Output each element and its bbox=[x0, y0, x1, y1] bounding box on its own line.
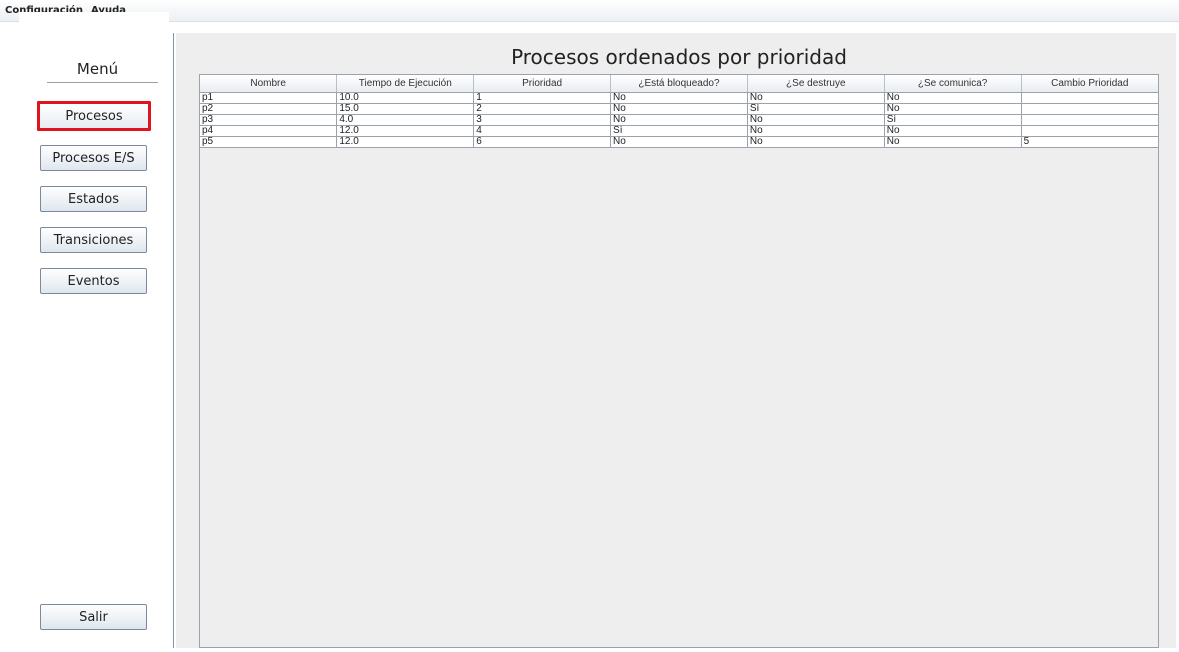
col-prioridad[interactable]: Prioridad bbox=[473, 75, 612, 93]
table-cell[interactable] bbox=[1021, 103, 1158, 115]
menu-separator bbox=[47, 82, 158, 83]
table-header-row: Nombre Tiempo de Ejecución Prioridad ¿Es… bbox=[200, 75, 1158, 93]
process-table: Nombre Tiempo de Ejecución Prioridad ¿Es… bbox=[200, 75, 1158, 148]
table-cell[interactable]: 3 bbox=[473, 114, 612, 126]
col-esta-bloqueado[interactable]: ¿Está bloqueado? bbox=[610, 75, 748, 93]
table-cell[interactable] bbox=[1021, 125, 1158, 137]
page-title: Procesos ordenados por prioridad bbox=[511, 45, 847, 69]
procesos-es-button[interactable]: Procesos E/S bbox=[40, 145, 147, 171]
table-cell[interactable]: 12.0 bbox=[336, 125, 475, 137]
table-cell[interactable]: No bbox=[610, 103, 748, 115]
table-cell[interactable]: No bbox=[610, 114, 748, 126]
salir-button[interactable]: Salir bbox=[40, 604, 147, 630]
table-cell[interactable]: Sí bbox=[747, 103, 885, 115]
table-cell[interactable]: No bbox=[747, 125, 885, 137]
table-cell[interactable]: 15.0 bbox=[336, 103, 475, 115]
table-cell[interactable]: p2 bbox=[200, 103, 338, 115]
table-cell[interactable]: p5 bbox=[200, 136, 338, 148]
table-cell[interactable]: p4 bbox=[200, 125, 338, 137]
table-cell[interactable]: No bbox=[747, 136, 885, 148]
table-cell[interactable] bbox=[1021, 114, 1158, 126]
table-cell[interactable]: No bbox=[747, 114, 885, 126]
table-cell[interactable]: p1 bbox=[200, 92, 338, 104]
col-cambio-prioridad[interactable]: Cambio Prioridad bbox=[1021, 75, 1158, 93]
table-cell[interactable]: 1 bbox=[473, 92, 612, 104]
table-cell[interactable]: Sí bbox=[610, 125, 748, 137]
col-se-comunica[interactable]: ¿Se comunica? bbox=[884, 75, 1022, 93]
process-table-container[interactable]: Nombre Tiempo de Ejecución Prioridad ¿Es… bbox=[199, 74, 1159, 648]
table-cell[interactable]: 4 bbox=[473, 125, 612, 137]
table-cell[interactable]: 6 bbox=[473, 136, 612, 148]
table-cell[interactable]: 12.0 bbox=[336, 136, 475, 148]
table-cell[interactable]: No bbox=[747, 92, 885, 104]
table-cell[interactable]: No bbox=[884, 103, 1022, 115]
col-nombre[interactable]: Nombre bbox=[200, 75, 338, 93]
table-cell[interactable]: 4.0 bbox=[336, 114, 475, 126]
table-cell[interactable]: Sí bbox=[884, 114, 1022, 126]
table-row[interactable]: p4 12.0 4 Sí No No bbox=[200, 125, 1158, 137]
table-cell[interactable]: p3 bbox=[200, 114, 338, 126]
table-row[interactable]: p2 15.0 2 No Sí No bbox=[200, 103, 1158, 115]
table-cell[interactable]: 10.0 bbox=[336, 92, 475, 104]
table-row[interactable]: p5 12.0 6 No No No 5 bbox=[200, 136, 1158, 148]
panel-divider bbox=[173, 33, 174, 648]
table-cell[interactable]: No bbox=[610, 136, 748, 148]
table-row[interactable]: p3 4.0 3 No No Sí bbox=[200, 114, 1158, 126]
table-cell[interactable]: No bbox=[884, 92, 1022, 104]
col-se-destruye[interactable]: ¿Se destruye bbox=[747, 75, 885, 93]
table-cell[interactable]: No bbox=[884, 125, 1022, 137]
table-cell[interactable]: No bbox=[610, 92, 748, 104]
menu-bar: Configuración Ayuda bbox=[0, 0, 1179, 22]
estados-button[interactable]: Estados bbox=[40, 186, 147, 212]
table-cell[interactable]: No bbox=[884, 136, 1022, 148]
col-tiempo-ejecucion[interactable]: Tiempo de Ejecución bbox=[336, 75, 475, 93]
table-cell[interactable]: 5 bbox=[1021, 136, 1158, 148]
transiciones-button[interactable]: Transiciones bbox=[40, 227, 147, 253]
eventos-button[interactable]: Eventos bbox=[40, 268, 147, 294]
procesos-button[interactable]: Procesos bbox=[37, 101, 151, 131]
table-row[interactable]: p1 10.0 1 No No No bbox=[200, 92, 1158, 104]
menu-title: Menú bbox=[76, 60, 119, 78]
table-cell[interactable]: 2 bbox=[473, 103, 612, 115]
table-cell[interactable] bbox=[1021, 92, 1158, 104]
